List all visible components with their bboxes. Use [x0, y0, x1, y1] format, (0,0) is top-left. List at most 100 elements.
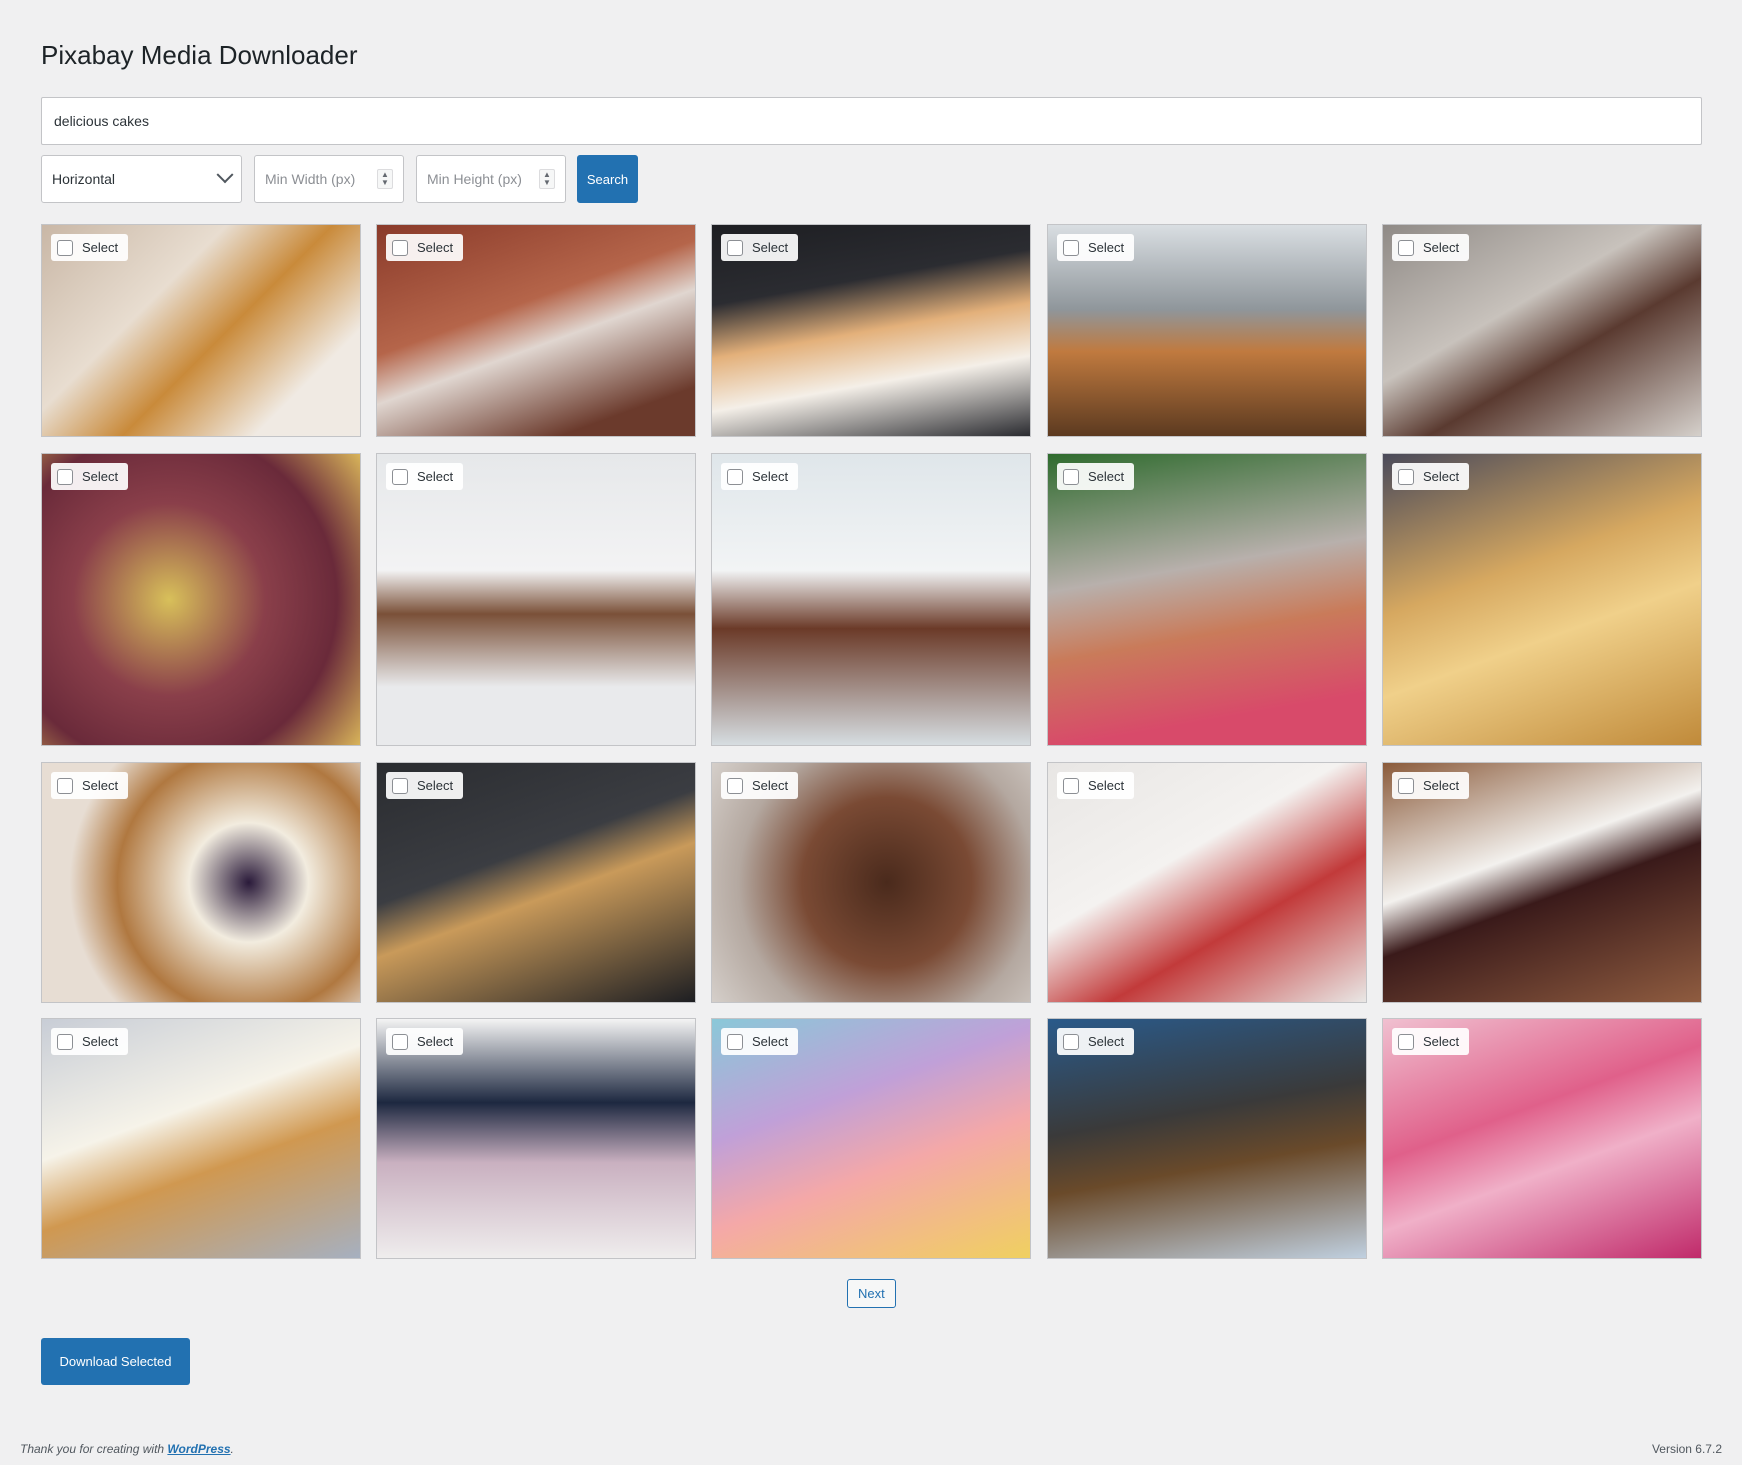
min-width-input[interactable]: Min Width (px) ▲ ▼ [254, 155, 404, 203]
select-checkbox-label[interactable]: Select [721, 234, 799, 261]
select-checkbox[interactable] [1398, 468, 1414, 485]
select-checkbox[interactable] [392, 239, 408, 256]
select-checkbox[interactable] [727, 239, 743, 256]
download-selected-button[interactable]: Download Selected [41, 1338, 190, 1385]
select-checkbox-label[interactable]: Select [51, 1028, 129, 1055]
wordpress-link[interactable]: WordPress [167, 1442, 230, 1456]
media-thumbnail [42, 454, 360, 745]
search-button[interactable]: Search [577, 155, 638, 203]
select-checkbox[interactable] [727, 1033, 743, 1050]
select-checkbox[interactable] [1398, 1033, 1414, 1050]
select-checkbox[interactable] [392, 1033, 408, 1050]
select-checkbox[interactable] [1398, 239, 1414, 256]
media-tile[interactable]: Select [1382, 762, 1702, 1003]
media-tile[interactable]: Select [711, 762, 1031, 1003]
select-checkbox-label[interactable]: Select [386, 234, 464, 261]
select-checkbox[interactable] [57, 468, 73, 485]
media-tile[interactable]: Select [376, 224, 696, 437]
select-checkbox[interactable] [1063, 468, 1079, 485]
select-checkbox[interactable] [727, 777, 743, 794]
media-tile[interactable]: Select [1047, 1018, 1367, 1259]
select-checkbox[interactable] [57, 1033, 73, 1050]
select-checkbox[interactable] [1063, 1033, 1079, 1050]
spinner-icon[interactable]: ▲ ▼ [539, 169, 555, 189]
media-tile[interactable]: Select [711, 1018, 1031, 1259]
select-checkbox-label[interactable]: Select [386, 463, 464, 490]
select-label: Select [1088, 469, 1125, 484]
select-label: Select [82, 469, 119, 484]
select-label: Select [752, 240, 789, 255]
select-checkbox-label[interactable]: Select [1057, 234, 1135, 261]
select-checkbox[interactable] [1398, 777, 1414, 794]
select-label: Select [752, 469, 789, 484]
select-label: Select [1088, 240, 1125, 255]
select-label: Select [752, 1034, 789, 1049]
select-label: Select [1088, 778, 1125, 793]
select-checkbox-label[interactable]: Select [51, 463, 129, 490]
media-tile[interactable]: Select [41, 453, 361, 746]
media-tile[interactable]: Select [1047, 762, 1367, 1003]
page-title: Pixabay Media Downloader [41, 40, 358, 70]
media-tile[interactable]: Select [376, 453, 696, 746]
select-checkbox-label[interactable]: Select [1392, 234, 1470, 261]
select-checkbox-label[interactable]: Select [1392, 1028, 1470, 1055]
min-height-input[interactable]: Min Height (px) ▲ ▼ [416, 155, 566, 203]
select-checkbox-label[interactable]: Select [721, 772, 799, 799]
orientation-value: Horizontal [52, 171, 116, 187]
media-tile[interactable]: Select [711, 224, 1031, 437]
select-checkbox[interactable] [57, 239, 73, 256]
min-height-placeholder: Min Height (px) [427, 171, 522, 187]
select-checkbox[interactable] [1063, 239, 1079, 256]
media-tile[interactable]: Select [1047, 224, 1367, 437]
orientation-select[interactable]: Horizontal [41, 155, 242, 203]
media-thumbnail [1048, 454, 1366, 745]
select-checkbox-label[interactable]: Select [1057, 772, 1135, 799]
select-label: Select [1423, 240, 1460, 255]
media-thumbnail [712, 454, 1030, 745]
footer-thanks-prefix: Thank you for creating with [20, 1442, 168, 1456]
select-label: Select [752, 778, 789, 793]
media-tile[interactable]: Select [1047, 453, 1367, 746]
media-tile[interactable]: Select [41, 224, 361, 437]
search-input[interactable] [41, 97, 1702, 145]
media-thumbnail [377, 454, 695, 745]
select-checkbox[interactable] [392, 468, 408, 485]
footer-thanks: Thank you for creating with WordPress. [20, 1442, 234, 1456]
select-checkbox-label[interactable]: Select [51, 772, 129, 799]
media-tile[interactable]: Select [376, 762, 696, 1003]
select-checkbox[interactable] [57, 777, 73, 794]
select-checkbox-label[interactable]: Select [51, 234, 129, 261]
chevron-down-icon [216, 166, 234, 184]
media-tile[interactable]: Select [1382, 224, 1702, 437]
next-button[interactable]: Next [847, 1279, 896, 1308]
select-checkbox-label[interactable]: Select [1392, 772, 1470, 799]
select-label: Select [417, 778, 454, 793]
select-checkbox[interactable] [392, 777, 408, 794]
media-tile[interactable]: Select [41, 762, 361, 1003]
media-tile[interactable]: Select [41, 1018, 361, 1259]
select-label: Select [1088, 1034, 1125, 1049]
select-label: Select [82, 778, 119, 793]
select-label: Select [1423, 469, 1460, 484]
select-checkbox-label[interactable]: Select [386, 1028, 464, 1055]
min-width-placeholder: Min Width (px) [265, 171, 356, 187]
select-label: Select [1423, 1034, 1460, 1049]
spinner-icon[interactable]: ▲ ▼ [377, 169, 393, 189]
footer-version: Version 6.7.2 [1651, 1442, 1722, 1456]
select-checkbox-label[interactable]: Select [1057, 1028, 1135, 1055]
select-checkbox-label[interactable]: Select [721, 1028, 799, 1055]
select-checkbox-label[interactable]: Select [386, 772, 464, 799]
select-checkbox[interactable] [1063, 777, 1079, 794]
select-label: Select [1423, 778, 1460, 793]
select-checkbox[interactable] [727, 468, 743, 485]
select-label: Select [417, 1034, 454, 1049]
media-tile[interactable]: Select [376, 1018, 696, 1259]
select-checkbox-label[interactable]: Select [1392, 463, 1470, 490]
select-label: Select [82, 240, 119, 255]
select-checkbox-label[interactable]: Select [1057, 463, 1135, 490]
media-tile[interactable]: Select [1382, 1018, 1702, 1259]
media-thumbnail [1383, 454, 1701, 745]
media-tile[interactable]: Select [711, 453, 1031, 746]
media-tile[interactable]: Select [1382, 453, 1702, 746]
select-checkbox-label[interactable]: Select [721, 463, 799, 490]
